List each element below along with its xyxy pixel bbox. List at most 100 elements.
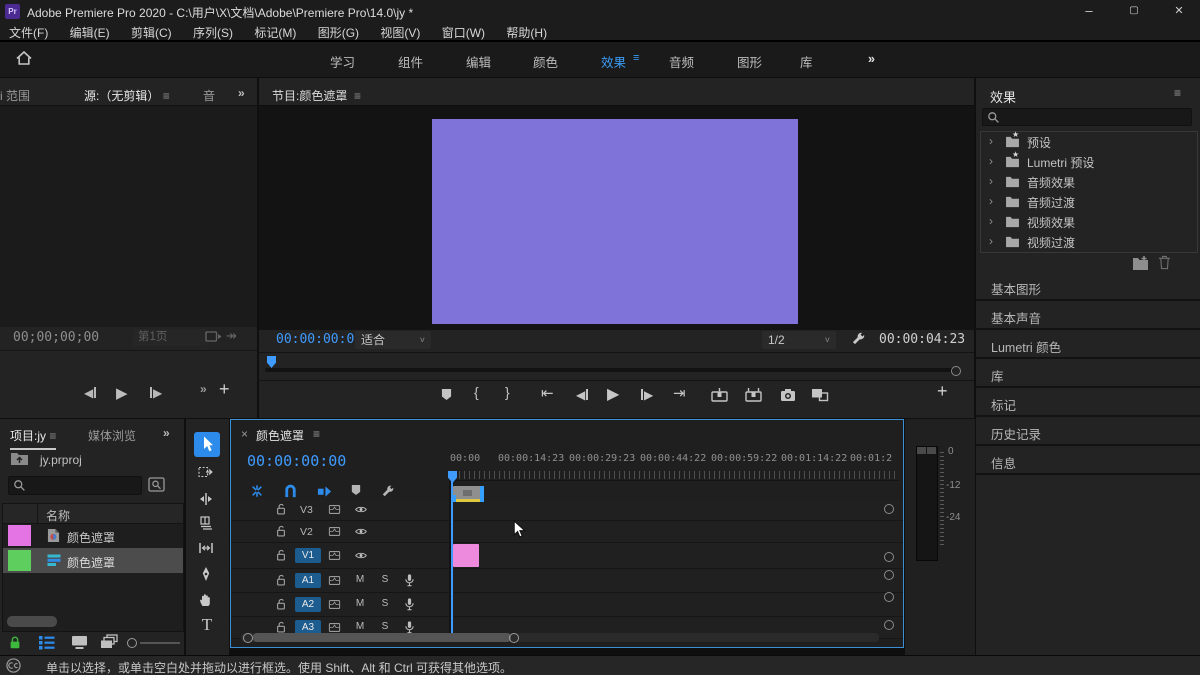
- chevron-right-icon[interactable]: ›: [989, 154, 993, 168]
- source-transport-overflow-icon[interactable]: »: [200, 382, 207, 396]
- effects-panel-menu-icon[interactable]: ≡: [1174, 86, 1181, 100]
- track-label-v3[interactable]: V3: [300, 504, 313, 516]
- workspace-tab-color[interactable]: 颜色: [533, 52, 558, 71]
- mute-button[interactable]: M: [353, 620, 367, 634]
- sync-lock-icon[interactable]: [328, 550, 341, 561]
- home-icon[interactable]: [15, 50, 33, 66]
- track-lock-icon[interactable]: [275, 549, 287, 561]
- mark-in-icon[interactable]: {: [474, 384, 479, 400]
- freeform-view-icon[interactable]: [100, 634, 119, 649]
- timeline-hscroll-thumb[interactable]: [253, 633, 511, 642]
- track-target-a1[interactable]: A1: [295, 573, 321, 588]
- panel-tab-essential-graphics[interactable]: 基本图形: [976, 272, 1200, 301]
- menu-sequence[interactable]: 序列(S): [184, 22, 242, 43]
- track-label-v2[interactable]: V2: [300, 526, 313, 538]
- program-scrub-zoom-handle[interactable]: [951, 366, 961, 376]
- voice-over-mic-icon[interactable]: [403, 573, 416, 587]
- track-lock-icon[interactable]: [275, 621, 287, 633]
- tab-project[interactable]: 项目:jy ≡: [10, 427, 56, 450]
- icon-view-icon[interactable]: [71, 635, 88, 649]
- source-panel-menu-icon[interactable]: ≡: [163, 89, 170, 103]
- comparison-view-icon[interactable]: [811, 387, 829, 402]
- timeline-timecode[interactable]: 00:00:00:00: [247, 452, 346, 470]
- menu-file[interactable]: 文件(F): [0, 22, 57, 43]
- go-to-out-icon[interactable]: ⇥: [673, 384, 686, 402]
- timeline-tab-label[interactable]: 颜色遮罩: [256, 427, 304, 444]
- program-settings-wrench-icon[interactable]: [851, 331, 866, 346]
- mute-button[interactable]: M: [353, 573, 367, 587]
- project-writable-lock-icon[interactable]: [8, 635, 22, 650]
- effects-tree-row-audio-transitions[interactable]: › 音频过渡: [981, 192, 1197, 212]
- delete-trash-icon[interactable]: [1158, 255, 1171, 270]
- program-resolution-select[interactable]: 1/2˅: [762, 331, 836, 349]
- track-target-a2[interactable]: A2: [295, 597, 321, 612]
- timeline-tab-close-icon[interactable]: ×: [241, 427, 248, 441]
- new-custom-bin-icon[interactable]: [1132, 256, 1150, 270]
- solo-button[interactable]: S: [378, 620, 392, 634]
- source-step-forward-button[interactable]: ▶: [150, 386, 162, 400]
- menu-clip[interactable]: 剪辑(C): [122, 22, 181, 43]
- workspace-overflow-icon[interactable]: »: [868, 52, 875, 66]
- voice-over-mic-icon[interactable]: [403, 597, 416, 611]
- timeline-playhead-line[interactable]: [451, 480, 453, 633]
- selection-tool-active[interactable]: [194, 432, 220, 457]
- effects-tree-row-lumetri-presets[interactable]: › ★ Lumetri 预设: [981, 152, 1197, 172]
- project-search-input[interactable]: [8, 476, 142, 495]
- toggle-track-output-eye-icon[interactable]: [354, 525, 368, 538]
- program-playhead[interactable]: [267, 356, 276, 368]
- solo-button[interactable]: S: [378, 597, 392, 611]
- column-name-header[interactable]: 名称: [46, 507, 70, 524]
- menu-marker[interactable]: 标记(M): [245, 22, 305, 43]
- linked-selection-icon[interactable]: [317, 484, 332, 499]
- effects-search-input[interactable]: [982, 108, 1192, 126]
- program-add-button[interactable]: +: [937, 381, 948, 402]
- ripple-edit-tool[interactable]: [193, 491, 221, 515]
- zoom-slider-handle[interactable]: [127, 638, 137, 648]
- source-tabs-overflow-icon[interactable]: »: [238, 86, 245, 100]
- list-view-icon[interactable]: [38, 635, 55, 650]
- close-button[interactable]: ✕: [1164, 0, 1194, 22]
- program-panel-menu-icon[interactable]: ≡: [354, 89, 361, 103]
- find-icon[interactable]: [148, 477, 165, 492]
- maximize-button[interactable]: ▢: [1119, 0, 1149, 22]
- source-add-button[interactable]: +: [219, 379, 230, 400]
- sync-lock-icon[interactable]: [328, 504, 341, 515]
- minimize-button[interactable]: –: [1074, 0, 1104, 22]
- zoom-slider-track[interactable]: [140, 642, 180, 644]
- effects-tree-row-video-transitions[interactable]: › 视频过渡: [981, 232, 1197, 252]
- timeline-zoom-handle-right[interactable]: [509, 633, 519, 643]
- label-color-chip-pink[interactable]: [8, 525, 31, 546]
- sync-lock-icon[interactable]: [328, 575, 341, 586]
- creative-cloud-icon[interactable]: [6, 658, 21, 673]
- workspace-tab-graphics[interactable]: 图形: [737, 52, 762, 71]
- lift-icon[interactable]: [711, 388, 728, 402]
- audio-scroll-handle-bottom[interactable]: [884, 620, 894, 630]
- track-lock-icon[interactable]: [275, 598, 287, 610]
- nest-insert-icon[interactable]: [250, 484, 264, 498]
- solo-button[interactable]: S: [378, 573, 392, 587]
- project-panel-menu-icon[interactable]: ≡: [49, 429, 56, 443]
- graphic-clip-v3-selected[interactable]: [453, 486, 483, 502]
- clip-trim-handle-right[interactable]: [480, 486, 484, 502]
- effects-tree-row-video-effects[interactable]: › 视频效果: [981, 212, 1197, 232]
- toggle-track-output-eye-icon[interactable]: [354, 503, 368, 516]
- list-header[interactable]: 名称: [3, 504, 183, 524]
- tab-audio-mixer-partial[interactable]: 音: [203, 87, 215, 104]
- mute-button[interactable]: M: [353, 597, 367, 611]
- project-row-color-matte[interactable]: 颜色遮罩: [3, 524, 183, 548]
- track-lock-icon[interactable]: [275, 574, 287, 586]
- razor-tool[interactable]: [193, 515, 221, 539]
- menu-window[interactable]: 窗口(W): [433, 22, 494, 43]
- program-zoom-select[interactable]: 适合˅: [355, 331, 431, 349]
- video-scroll-handle-bottom[interactable]: [884, 552, 894, 562]
- sync-lock-icon[interactable]: [328, 599, 341, 610]
- voice-over-mic-icon[interactable]: [403, 620, 416, 634]
- tab-program-monitor[interactable]: 节目:颜色遮罩 ≡: [272, 87, 361, 104]
- panel-tab-essential-sound[interactable]: 基本声音: [976, 301, 1200, 330]
- type-tool[interactable]: T: [193, 615, 221, 639]
- panel-tab-markers[interactable]: 标记: [976, 388, 1200, 417]
- play-button[interactable]: ▶: [607, 384, 619, 404]
- export-frame-camera-icon[interactable]: [780, 388, 796, 402]
- sync-lock-icon[interactable]: [328, 526, 341, 537]
- track-target-v1[interactable]: V1: [295, 548, 321, 563]
